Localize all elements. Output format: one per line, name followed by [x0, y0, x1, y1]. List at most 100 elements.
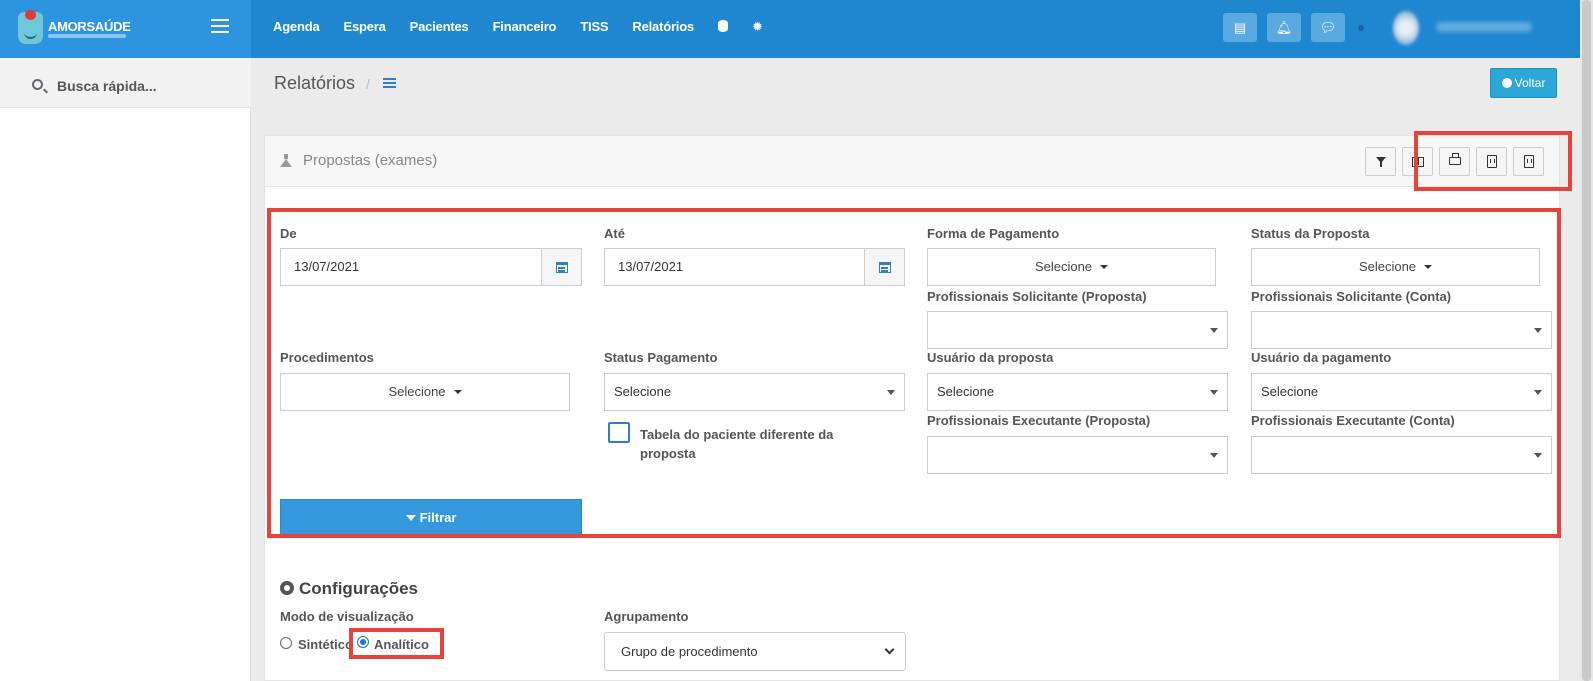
- ate-date-input[interactable]: 13/07/2021: [604, 248, 865, 286]
- ate-calendar-button[interactable]: [864, 248, 905, 286]
- settings-gear-icon[interactable]: ✹: [752, 19, 763, 35]
- caret-down-icon: [1210, 453, 1218, 458]
- procedimentos-label: Procedimentos: [280, 350, 374, 365]
- back-button[interactable]: Voltar: [1490, 68, 1557, 98]
- nav-espera[interactable]: Espera: [343, 19, 385, 35]
- procedimentos-value: Selecione: [388, 384, 446, 399]
- de-label: De: [280, 226, 297, 241]
- database-icon[interactable]: [718, 19, 728, 35]
- status-pagamento-value: Selecione: [614, 384, 672, 399]
- status-proposta-value: Selecione: [1358, 259, 1417, 274]
- status-dot: [1358, 25, 1364, 31]
- caret-down-icon: [1424, 265, 1433, 269]
- radio-sintetico-label: Sintético: [298, 637, 353, 652]
- agrupamento-label: Agrupamento: [604, 609, 689, 624]
- columns-icon: [1412, 157, 1424, 167]
- nav-tiss[interactable]: TISS: [580, 19, 608, 35]
- chat-icon[interactable]: 💬︎: [1311, 13, 1345, 42]
- modo-visualizacao-label: Modo de visualização: [280, 609, 414, 624]
- quick-search-label: Busca rápida...: [57, 78, 157, 94]
- nav-relatorios[interactable]: Relatórios: [632, 19, 694, 35]
- panel-title: Propostas (exames): [303, 152, 438, 169]
- prof-sol-conta-select[interactable]: [1251, 311, 1552, 349]
- config-section-title: Configurações: [280, 579, 418, 599]
- caret-down-icon: [1100, 265, 1109, 269]
- export-excel-button[interactable]: [1476, 147, 1507, 176]
- ate-label: Até: [604, 226, 625, 241]
- filter-icon: [1376, 157, 1386, 167]
- caret-down-icon: [1210, 328, 1218, 333]
- bell-icon[interactable]: 🔔︎: [1267, 13, 1301, 42]
- pdf-file-icon: [1524, 155, 1534, 168]
- quick-search[interactable]: Busca rápida...: [0, 58, 251, 108]
- brand-logo-icon: [18, 10, 43, 44]
- usuario-pagamento-select[interactable]: Selecione: [1251, 373, 1552, 411]
- forma-pagamento-label: Forma de Pagamento: [927, 226, 1060, 241]
- usuario-proposta-label: Usuário da proposta: [927, 350, 1054, 365]
- back-button-label: Voltar: [1514, 76, 1546, 90]
- usuario-pagamento-value: Selecione: [1261, 384, 1319, 399]
- radio-analitico[interactable]: [357, 636, 369, 648]
- print-button[interactable]: [1439, 147, 1470, 176]
- tabela-diferente-label: Tabela do paciente diferente da proposta: [640, 427, 834, 461]
- cash-register-icon[interactable]: ▤: [1223, 13, 1257, 42]
- caret-down-icon: [887, 390, 895, 395]
- tabela-diferente-checkbox[interactable]: [608, 422, 630, 443]
- caret-down-icon: [1534, 390, 1542, 395]
- prof-sol-proposta-select[interactable]: [927, 311, 1228, 349]
- status-pagamento-label: Status Pagamento: [604, 350, 718, 365]
- agrupamento-select[interactable]: Grupo de procedimento: [604, 632, 906, 671]
- agrupamento-value: Grupo de procedimento: [621, 644, 758, 659]
- user-avatar[interactable]: [1393, 11, 1419, 45]
- usuario-proposta-value: Selecione: [937, 384, 995, 399]
- list-icon[interactable]: [383, 78, 396, 88]
- forma-pagamento-select[interactable]: Selecione: [927, 248, 1216, 286]
- gear-icon: [280, 581, 294, 595]
- de-date-input[interactable]: 13/07/2021: [280, 248, 542, 286]
- filtrar-button[interactable]: Filtrar: [280, 499, 582, 536]
- nav-financeiro[interactable]: Financeiro: [493, 19, 557, 35]
- chevron-down-icon: [884, 644, 895, 655]
- filter-toggle-button[interactable]: [1365, 147, 1396, 176]
- de-calendar-button[interactable]: [541, 248, 582, 286]
- sidebar: Busca rápida...: [0, 58, 251, 681]
- page-scrollbar[interactable]: [1580, 0, 1593, 681]
- main-nav: Agenda Espera Pacientes Financeiro TISS …: [273, 19, 787, 35]
- brand-tagline-blur: [48, 34, 126, 38]
- filter-icon: [405, 515, 416, 521]
- scrollbar-thumb[interactable]: [1582, 0, 1591, 681]
- calendar-icon: [879, 262, 891, 273]
- top-bar: AMORSAÚDE Agenda Espera Pacientes Financ…: [0, 0, 1593, 58]
- nav-pacientes[interactable]: Pacientes: [410, 19, 469, 35]
- calendar-icon: [556, 262, 568, 273]
- procedimentos-select[interactable]: Selecione: [280, 373, 570, 411]
- brand-name: AMORSAÚDE: [48, 19, 131, 34]
- caret-down-icon: [1534, 328, 1542, 333]
- prof-sol-proposta-label: Profissionais Solicitante (Proposta): [927, 289, 1147, 304]
- excel-file-icon: [1487, 155, 1497, 168]
- panel-header: Propostas (exames): [265, 136, 1559, 187]
- forma-pagamento-value: Selecione: [1034, 259, 1093, 274]
- columns-button[interactable]: [1402, 147, 1433, 176]
- prof-exec-conta-select[interactable]: [1251, 436, 1552, 474]
- menu-toggle-icon[interactable]: [211, 19, 229, 33]
- breadcrumb-separator: /: [366, 76, 370, 92]
- export-pdf-button[interactable]: [1513, 147, 1544, 176]
- nav-agenda[interactable]: Agenda: [273, 19, 320, 35]
- arrow-circle-left-icon: [1501, 78, 1512, 88]
- prof-sol-conta-label: Profissionais Solicitante (Conta): [1251, 289, 1452, 304]
- radio-sintetico[interactable]: [280, 637, 292, 649]
- caret-down-icon: [1534, 453, 1542, 458]
- usuario-proposta-select[interactable]: Selecione: [927, 373, 1228, 411]
- caret-down-icon: [1210, 390, 1218, 395]
- config-title-text: Configurações: [299, 579, 419, 598]
- panel-toolbar: [1365, 147, 1550, 176]
- user-name-blurred[interactable]: [1436, 22, 1532, 32]
- print-icon: [1449, 153, 1461, 165]
- status-proposta-select[interactable]: Selecione: [1251, 248, 1540, 286]
- status-proposta-label: Status da Proposta: [1251, 226, 1370, 241]
- caret-down-icon: [453, 390, 462, 394]
- prof-exec-proposta-select[interactable]: [927, 436, 1228, 474]
- status-pagamento-select[interactable]: Selecione: [604, 373, 905, 411]
- prof-exec-conta-label: Profissionais Executante (Conta): [1251, 413, 1455, 428]
